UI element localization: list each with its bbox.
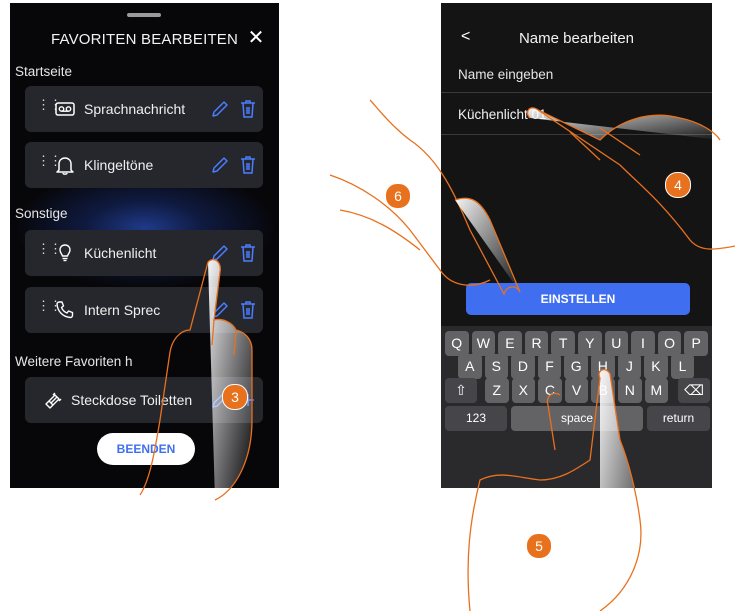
key-x[interactable]: X (511, 378, 536, 403)
trash-icon[interactable] (238, 98, 258, 120)
pencil-icon[interactable] (210, 243, 230, 263)
favorite-item-sprachnachricht: ⋮⋮ Sprachnachricht (25, 86, 263, 132)
key-b[interactable]: B (591, 378, 615, 403)
onscreen-keyboard: QWERTYUIOP ASDFGHJKL ZXCVBNM ⇧ ⌫ 123 space… (441, 326, 712, 488)
plug-icon (45, 392, 62, 409)
favorite-item-intern-sprechen: ⋮⋮ Intern Sprec (25, 287, 263, 333)
sheet-handle[interactable] (127, 13, 161, 17)
key-o[interactable]: O (657, 331, 682, 356)
drag-handle-icon[interactable]: ⋮⋮ (37, 299, 62, 316)
drag-handle-icon[interactable]: ⋮⋮ (37, 98, 62, 115)
drag-handle-icon[interactable]: ⋮⋮ (37, 154, 62, 171)
backspace-key[interactable]: ⌫ (678, 378, 710, 403)
finish-button[interactable]: BEENDEN (97, 433, 195, 465)
set-button[interactable]: EINSTELLEN (466, 283, 690, 315)
section-startseite: Startseite (15, 64, 73, 79)
phone-icon (56, 301, 74, 319)
section-sonstige: Sonstige (15, 206, 68, 221)
key-n[interactable]: N (618, 378, 642, 403)
favorite-label: Steckdose Toiletten (71, 392, 193, 408)
divider (441, 92, 712, 93)
screen-title: Name bearbeiten (518, 30, 635, 47)
key-l[interactable]: L (670, 354, 695, 379)
name-input[interactable] (458, 107, 698, 122)
drag-handle-icon[interactable]: ⋮⋮ (37, 242, 62, 259)
favorite-item-kuechenlicht: ⋮⋮ Küchenlicht (25, 230, 263, 276)
key-y[interactable]: Y (578, 331, 602, 356)
step-badge-4: 4 (665, 172, 691, 198)
favorite-label: Küchenlicht (84, 245, 157, 261)
screen-title: FAVORITEN BEARBEITEN (50, 31, 239, 48)
pencil-icon[interactable] (210, 155, 230, 175)
key-i[interactable]: I (631, 331, 655, 356)
close-icon[interactable]: ✕ (247, 28, 265, 48)
divider (441, 134, 712, 135)
favorite-item-klingeltoene: ⋮⋮ Klingeltöne (25, 142, 263, 188)
voicemail-icon (55, 102, 75, 116)
key-f[interactable]: F (537, 354, 562, 379)
bell-icon (56, 157, 74, 175)
favorites-edit-screen: FAVORITEN BEARBEITEN ✕ Startseite ⋮⋮ Spr… (10, 3, 279, 488)
key-g[interactable]: G (564, 354, 588, 379)
lightbulb-icon (59, 244, 71, 262)
key-w[interactable]: W (471, 331, 496, 356)
key-u[interactable]: U (604, 331, 629, 356)
step-badge-6: 6 (385, 183, 411, 209)
key-s[interactable]: S (484, 354, 509, 379)
pencil-icon[interactable] (210, 99, 230, 119)
favorite-label: Intern Sprec (84, 302, 161, 318)
key-d[interactable]: D (511, 354, 535, 379)
key-t[interactable]: T (551, 331, 575, 356)
favorite-label: Klingeltöne (84, 157, 154, 173)
step-badge-3: 3 (222, 384, 248, 410)
name-field-label: Name eingeben (458, 67, 554, 82)
key-k[interactable]: K (644, 354, 668, 379)
space-key[interactable]: space (511, 406, 643, 431)
step-badge-5: 5 (526, 533, 552, 559)
trash-icon[interactable] (238, 299, 258, 321)
trash-icon[interactable] (238, 242, 258, 264)
key-m[interactable]: M (644, 378, 669, 403)
key-q[interactable]: Q (445, 331, 469, 356)
key-j[interactable]: J (617, 354, 642, 379)
edit-name-screen: < Name bearbeiten Name eingeben EINSTELL… (441, 3, 712, 488)
section-weitere-favoriten: Weitere Favoriten h (15, 354, 133, 369)
key-z[interactable]: Z (485, 378, 509, 403)
key-a[interactable]: A (458, 354, 482, 379)
numbers-key[interactable]: 123 (445, 406, 507, 431)
key-p[interactable]: P (684, 331, 708, 356)
key-v[interactable]: V (564, 378, 589, 403)
favorite-label: Sprachnachricht (84, 101, 186, 117)
trash-icon[interactable] (238, 154, 258, 176)
key-c[interactable]: C (538, 378, 562, 403)
pencil-icon[interactable] (210, 300, 230, 320)
return-key[interactable]: return (647, 406, 710, 431)
key-h[interactable]: H (591, 354, 615, 379)
shift-key[interactable]: ⇧ (445, 378, 477, 403)
key-e[interactable]: E (498, 331, 522, 356)
key-r[interactable]: R (524, 331, 549, 356)
